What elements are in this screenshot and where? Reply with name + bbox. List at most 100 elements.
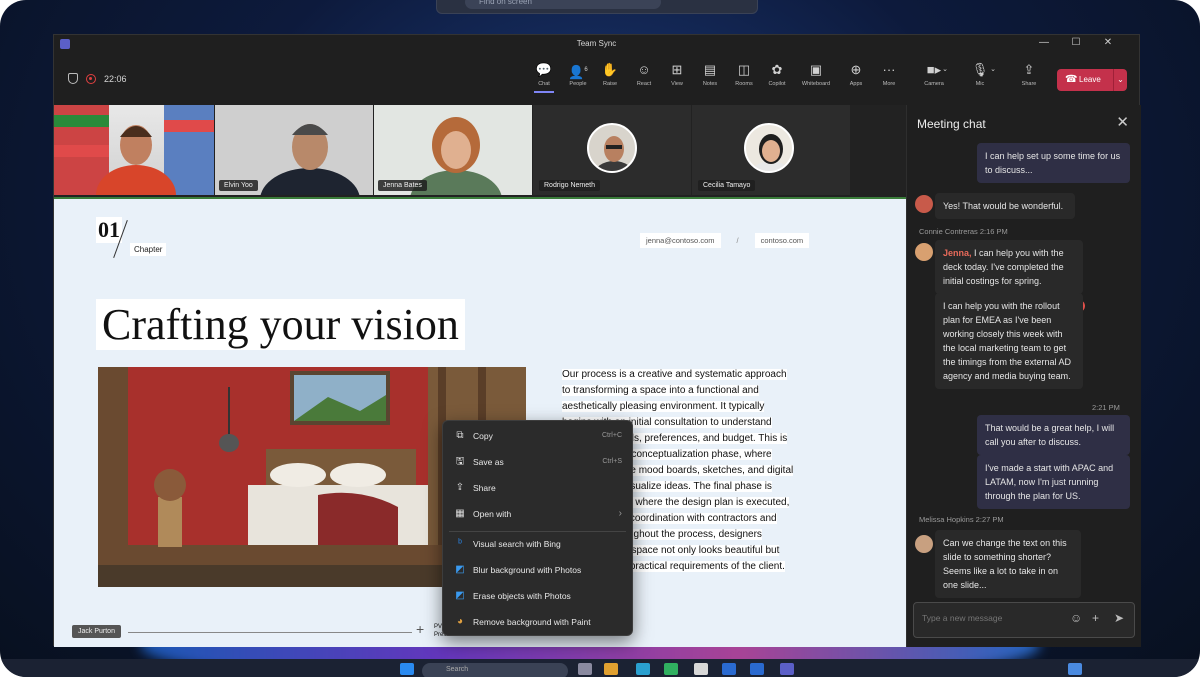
- contact-separator: /: [736, 236, 739, 245]
- people-button[interactable]: 👤6 People: [562, 61, 594, 87]
- share-icon: ⇪: [455, 482, 465, 493]
- rooms-icon: ◫: [737, 62, 751, 77]
- presenter-name-tag: Jack Purton: [72, 625, 121, 638]
- menu-item-open-with[interactable]: ▦ Open with ›: [443, 501, 632, 527]
- chat-icon: 💬: [535, 62, 553, 77]
- chat-message[interactable]: I've made a start with APAC and LATAM, n…: [977, 455, 1130, 509]
- camera-options-chevron-icon[interactable]: ⌄: [940, 61, 950, 79]
- participant-video: [54, 105, 214, 195]
- menu-item-visual-search[interactable]: ᵇ Visual search with Bing: [443, 531, 632, 557]
- whiteboard-icon: ▣: [809, 62, 823, 77]
- chat-message[interactable]: Yes! That would be wonderful.: [935, 193, 1075, 219]
- taskbar-tray-icon[interactable]: [1068, 663, 1082, 675]
- chat-message[interactable]: Jenna, I can help you with the deck toda…: [935, 240, 1083, 294]
- apps-button[interactable]: ⊕ Apps: [840, 61, 872, 87]
- menu-item-remove-background[interactable]: ◕ Remove background with Paint: [443, 609, 632, 635]
- close-chat-icon[interactable]: ✕: [1116, 113, 1129, 131]
- taskbar-app-icon[interactable]: [604, 663, 618, 675]
- chat-message[interactable]: Can we change the text on this slide to …: [935, 530, 1081, 598]
- leave-options-chevron-icon[interactable]: ⌄: [1113, 69, 1127, 91]
- participant-tile[interactable]: Rodrigo Nemeth: [533, 105, 691, 195]
- meeting-status: 22:06: [68, 73, 127, 84]
- window-title: Team Sync: [576, 39, 617, 48]
- share-icon: ⇪: [1023, 62, 1035, 77]
- taskbar-app-icon[interactable]: [636, 663, 650, 675]
- chevron-right-icon: ›: [618, 508, 622, 519]
- taskbar-app-icon[interactable]: [750, 663, 764, 675]
- menu-item-copy[interactable]: ⧉ Copy Ctrl+C: [443, 423, 632, 449]
- view-button[interactable]: ⊞ View: [661, 61, 693, 87]
- save-icon: 🖫: [455, 456, 465, 467]
- message-input[interactable]: [922, 613, 1062, 623]
- message-mention: Jenna,: [943, 248, 972, 258]
- raise-hand-icon: ✋: [601, 62, 619, 77]
- chat-message[interactable]: I can help you with the rollout plan for…: [935, 293, 1083, 389]
- taskbar-search[interactable]: Search: [422, 663, 568, 677]
- react-icon: ☺: [637, 62, 651, 77]
- taskbar: Search: [0, 659, 1200, 677]
- sender-avatar: [915, 195, 933, 213]
- copilot-button[interactable]: ✿ Copilot: [761, 61, 793, 87]
- participant-avatar: [744, 123, 794, 173]
- open-with-icon: ▦: [455, 508, 465, 519]
- participant-strip: Elvin Yoo Jenna Bates Rodrigo Nemeth Cec…: [54, 105, 906, 197]
- raise-hand-button[interactable]: ✋ Raise: [594, 61, 626, 87]
- close-window-icon[interactable]: ✕: [1100, 37, 1116, 48]
- find-on-screen-input[interactable]: Find on screen: [465, 0, 661, 9]
- paint-icon: ◕: [456, 616, 464, 627]
- slide-contacts: jenna@contoso.com / contoso.com: [640, 233, 810, 248]
- whiteboard-button[interactable]: ▣ Whiteboard: [800, 61, 832, 87]
- menu-item-save-as[interactable]: 🖫 Save as Ctrl+S: [443, 449, 632, 475]
- taskbar-app-icon[interactable]: [722, 663, 736, 675]
- photos-icon: ◩: [455, 564, 465, 575]
- participant-avatar: [587, 123, 637, 173]
- find-on-screen-bar[interactable]: Find on screen: [436, 0, 758, 14]
- menu-item-blur-background[interactable]: ◩ Blur background with Photos: [443, 557, 632, 583]
- copy-icon: ⧉: [456, 430, 464, 441]
- menu-item-share[interactable]: ⇪ Share: [443, 475, 632, 501]
- participant-tile[interactable]: Cecilia Tamayo: [692, 105, 850, 195]
- image-context-menu: ⧉ Copy Ctrl+C 🖫 Save as Ctrl+S ⇪ Share ▦ Open …: [442, 420, 633, 636]
- meeting-timer: 22:06: [104, 73, 127, 84]
- rooms-button[interactable]: ◫ Rooms: [728, 61, 760, 87]
- taskbar-teams-icon[interactable]: [780, 663, 794, 675]
- taskbar-app-icon[interactable]: [694, 663, 708, 675]
- slide-website: contoso.com: [754, 233, 810, 248]
- people-icon: 👤6: [568, 64, 588, 80]
- compose-box[interactable]: ☺ + ➤: [913, 602, 1135, 638]
- meeting-chat-panel: Meeting chat ✕ I can help set up some ti…: [906, 105, 1141, 647]
- react-button[interactable]: ☺ React: [628, 61, 660, 87]
- participant-name: Jenna Bates: [378, 180, 427, 191]
- minimize-icon[interactable]: —: [1036, 37, 1052, 48]
- participant-name: Elvin Yoo: [219, 180, 258, 191]
- maximize-icon[interactable]: ☐: [1068, 37, 1084, 48]
- emoji-icon[interactable]: ☺: [1070, 611, 1082, 625]
- menu-item-erase-objects[interactable]: ◩ Erase objects with Photos: [443, 583, 632, 609]
- leave-button[interactable]: ☎ Leave ⌄: [1057, 69, 1127, 91]
- chat-button[interactable]: 💬 Chat: [528, 61, 560, 93]
- view-icon: ⊞: [671, 62, 683, 77]
- chat-message[interactable]: That would be a great help, I will call …: [977, 415, 1130, 455]
- add-icon[interactable]: +: [416, 621, 424, 637]
- taskbar-app-icon[interactable]: [578, 663, 592, 675]
- notes-button[interactable]: ▤ Notes: [694, 61, 726, 87]
- chat-message[interactable]: I can help set up some time for us to di…: [977, 143, 1130, 183]
- title-bar: Team Sync — ☐ ✕: [54, 35, 1139, 53]
- share-button[interactable]: ⇪ Share: [1013, 61, 1045, 87]
- participant-tile[interactable]: Jenna Bates: [374, 105, 532, 195]
- windows-start-icon[interactable]: [400, 663, 414, 675]
- slide-title: Crafting your vision: [96, 299, 465, 350]
- message-meta: 2:21 PM: [1092, 403, 1120, 412]
- attach-plus-icon[interactable]: +: [1092, 611, 1099, 625]
- chapter-label: Chapter: [130, 243, 167, 256]
- participant-tile[interactable]: Elvin Yoo: [215, 105, 373, 195]
- participant-tile[interactable]: [54, 105, 214, 195]
- send-icon[interactable]: ➤: [1114, 611, 1124, 625]
- more-button[interactable]: ··· More: [873, 61, 905, 87]
- chapter-number: 01: [96, 217, 122, 243]
- mic-options-chevron-icon[interactable]: ⌄: [988, 61, 998, 79]
- meeting-toolbar: 22:06 💬 Chat 👤6 People ✋ Raise ☺ React ⊞ View…: [54, 53, 1139, 105]
- bing-icon: ᵇ: [458, 538, 462, 549]
- message-meta: Connie Contreras 2:16 PM: [919, 227, 1008, 236]
- taskbar-app-icon[interactable]: [664, 663, 678, 675]
